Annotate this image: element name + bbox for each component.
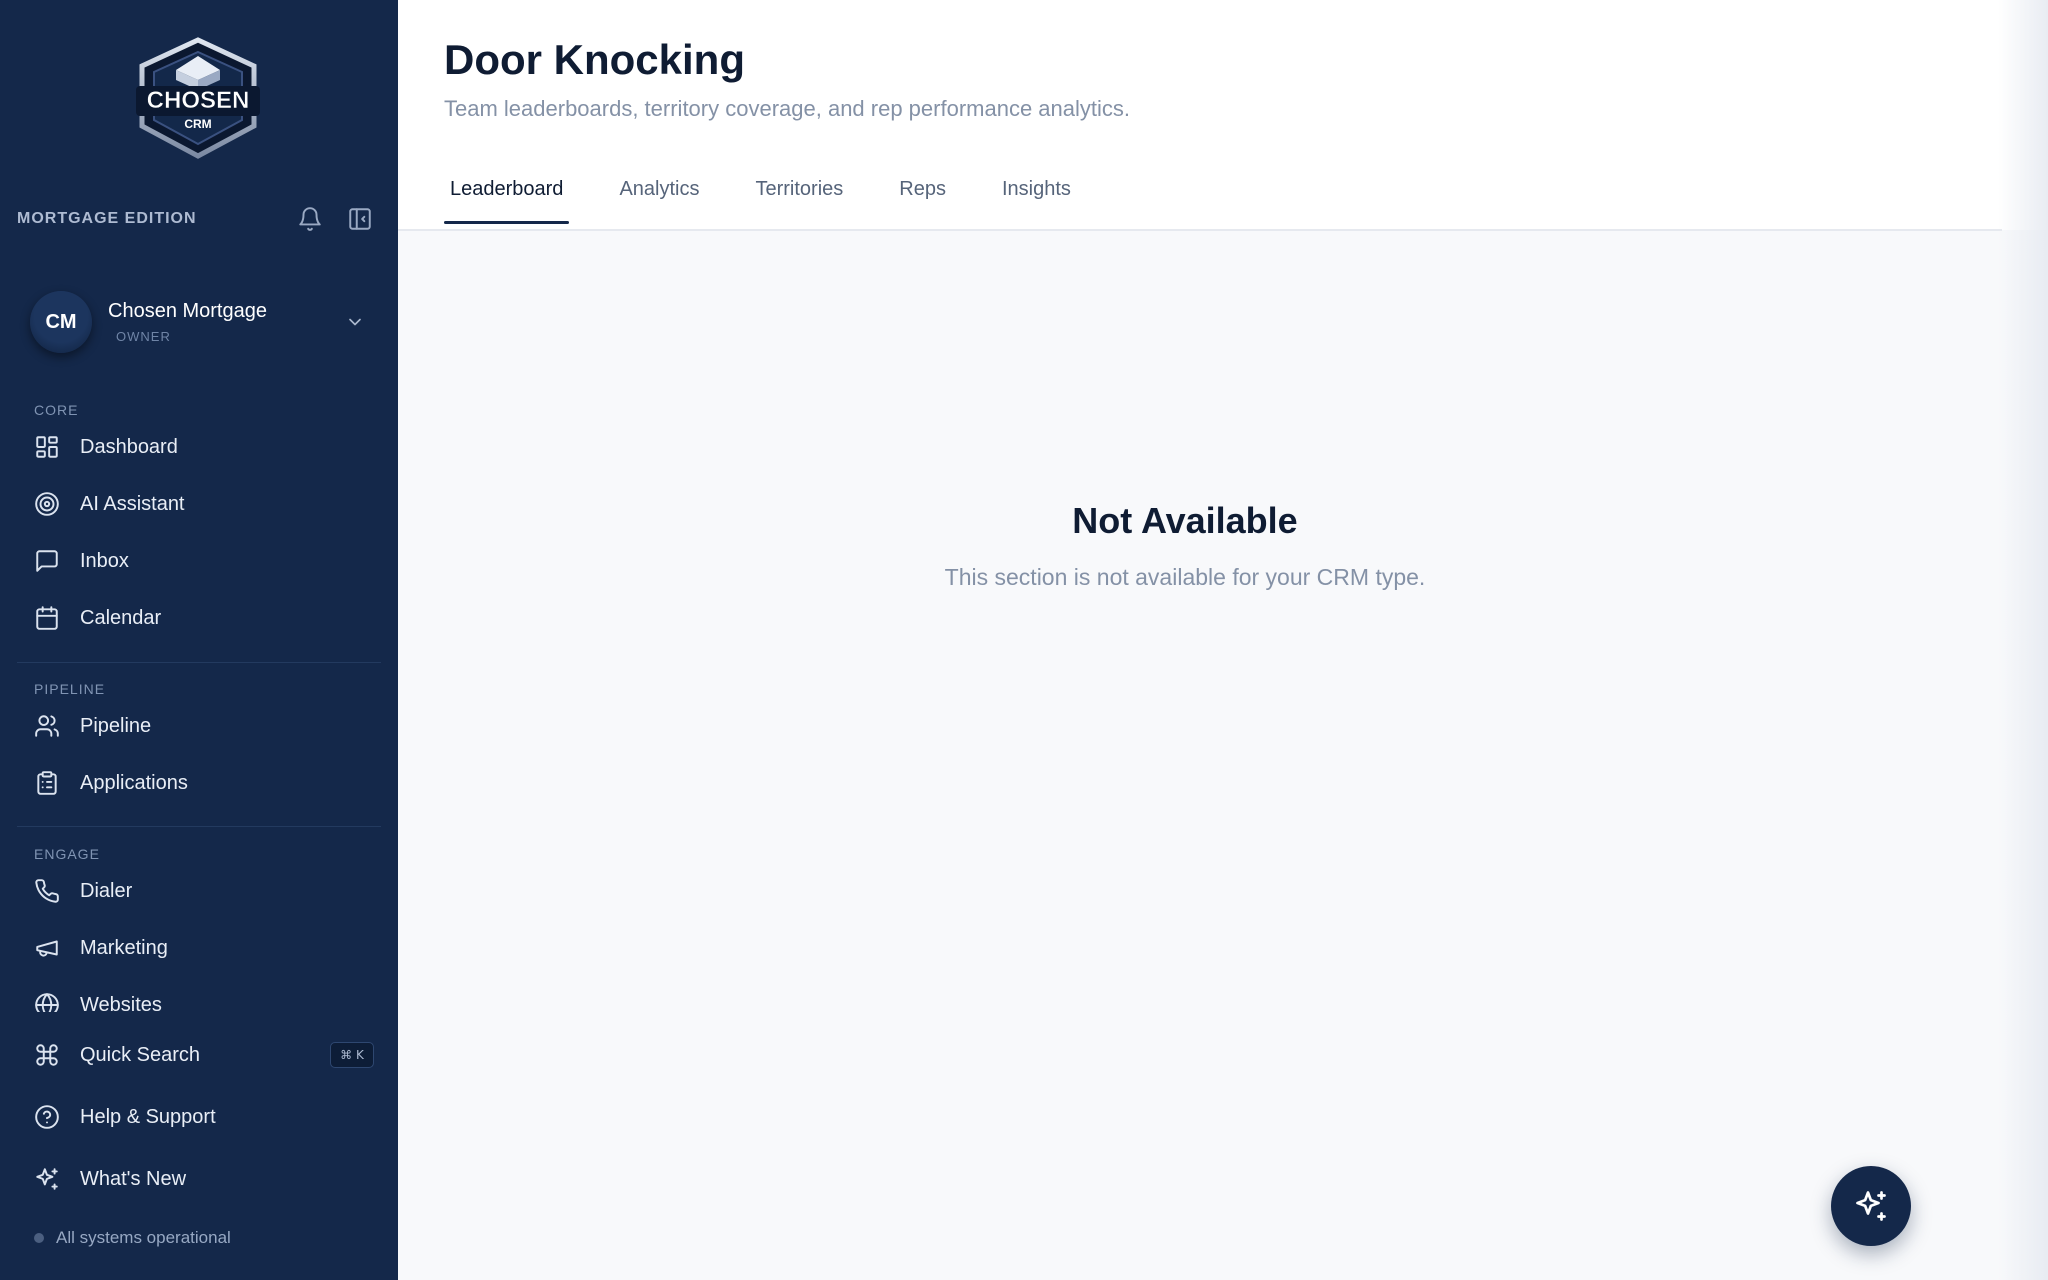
- empty-state-text: This section is not available for your C…: [944, 564, 1426, 590]
- sidebar-item-label: Inbox: [80, 549, 129, 572]
- section-label-pipeline: PIPELINE: [34, 681, 106, 697]
- empty-state: Not Available This section is not availa…: [398, 500, 2048, 591]
- edition-row: MORTGAGE EDITION: [17, 198, 381, 240]
- sidebar-item-label: Pipeline: [80, 714, 152, 737]
- tab-leaderboard[interactable]: Leaderboard: [444, 172, 570, 224]
- help-support-label: Help & Support: [80, 1105, 216, 1128]
- chevron-down-icon[interactable]: [340, 307, 370, 337]
- logo-subtext: CRM: [184, 117, 211, 131]
- whats-new-label: What's New: [80, 1167, 187, 1190]
- edition-label: MORTGAGE EDITION: [17, 210, 197, 227]
- bell-icon[interactable]: [289, 198, 331, 240]
- tab-bar: Leaderboard Analytics Territories Reps I…: [444, 172, 1121, 224]
- sidebar-item-label: Dialer: [80, 879, 133, 902]
- empty-state-title: Not Available: [1072, 500, 1298, 541]
- system-status: All systems operational: [34, 1228, 231, 1248]
- command-icon: [24, 1032, 72, 1078]
- status-text: All systems operational: [56, 1228, 231, 1247]
- sidebar-item-pipeline[interactable]: Pipeline: [24, 703, 374, 749]
- sidebar-item-label: Dashboard: [80, 435, 178, 458]
- dashboard-icon: [24, 424, 72, 470]
- divider: [17, 826, 381, 827]
- sidebar-item-label: AI Assistant: [80, 492, 185, 515]
- target-icon: [24, 481, 72, 527]
- chosen-crm-logo[interactable]: CHOSEN CRM: [132, 36, 264, 160]
- avatar: CM: [30, 291, 92, 353]
- tab-insights[interactable]: Insights: [996, 172, 1077, 224]
- sparkles-icon: [24, 1156, 72, 1202]
- account-name: Chosen Mortgage: [108, 300, 267, 322]
- status-dot: [34, 1233, 44, 1243]
- page-header: Door Knocking Team leaderboards, territo…: [398, 0, 2048, 230]
- megaphone-icon: [24, 925, 72, 971]
- users-icon: [24, 703, 72, 749]
- quick-search-label: Quick Search: [80, 1043, 201, 1066]
- sidebar-item-applications[interactable]: Applications: [24, 760, 374, 806]
- logo-wordmark: CHOSEN: [147, 87, 250, 114]
- divider: [17, 662, 381, 663]
- sidebar-item-label: Websites: [80, 993, 162, 1013]
- sidebar-item-dashboard[interactable]: Dashboard: [24, 424, 374, 470]
- help-support-button[interactable]: Help & Support: [24, 1094, 374, 1140]
- page-title: Door Knocking: [444, 36, 745, 83]
- sidebar-item-dialer[interactable]: Dialer: [24, 868, 374, 914]
- phone-icon: [24, 868, 72, 914]
- section-label-engage: ENGAGE: [34, 846, 100, 862]
- sidebar-item-calendar[interactable]: Calendar: [24, 595, 374, 641]
- sidebar-item-label: Calendar: [80, 606, 162, 629]
- globe-icon: [24, 982, 72, 1012]
- collapse-sidebar-icon[interactable]: [339, 198, 381, 240]
- help-circle-icon: [24, 1094, 72, 1140]
- sidebar-item-marketing[interactable]: Marketing: [24, 925, 374, 971]
- calendar-icon: [24, 595, 72, 641]
- tab-divider: [398, 229, 2002, 231]
- sparkles-icon: [1853, 1188, 1889, 1224]
- edge-shadow: [1998, 0, 2048, 1280]
- whats-new-button[interactable]: What's New: [24, 1156, 374, 1202]
- sidebar: CHOSEN CRM MORTGAGE EDITION CM Chosen Mo…: [0, 0, 398, 1280]
- tab-territories[interactable]: Territories: [749, 172, 849, 224]
- section-label-core: CORE: [34, 402, 79, 418]
- account-switcher[interactable]: CM Chosen Mortgage OWNER: [30, 288, 370, 356]
- nav-scroll-clip: Websites: [0, 980, 398, 1012]
- tab-reps[interactable]: Reps: [893, 172, 952, 224]
- shortcut-badge: ⌘ K: [330, 1042, 374, 1068]
- sidebar-item-label: Applications: [80, 771, 188, 794]
- page-subtitle: Team leaderboards, territory coverage, a…: [444, 96, 1131, 121]
- ai-assistant-fab[interactable]: [1831, 1166, 1911, 1246]
- quick-search-button[interactable]: Quick Search ⌘ K: [24, 1032, 374, 1078]
- tab-analytics[interactable]: Analytics: [613, 172, 705, 224]
- message-square-icon: [24, 538, 72, 584]
- sidebar-item-websites[interactable]: Websites: [24, 982, 374, 1012]
- sidebar-item-label: Marketing: [80, 936, 168, 959]
- account-role: OWNER: [116, 329, 171, 344]
- clipboard-list-icon: [24, 760, 72, 806]
